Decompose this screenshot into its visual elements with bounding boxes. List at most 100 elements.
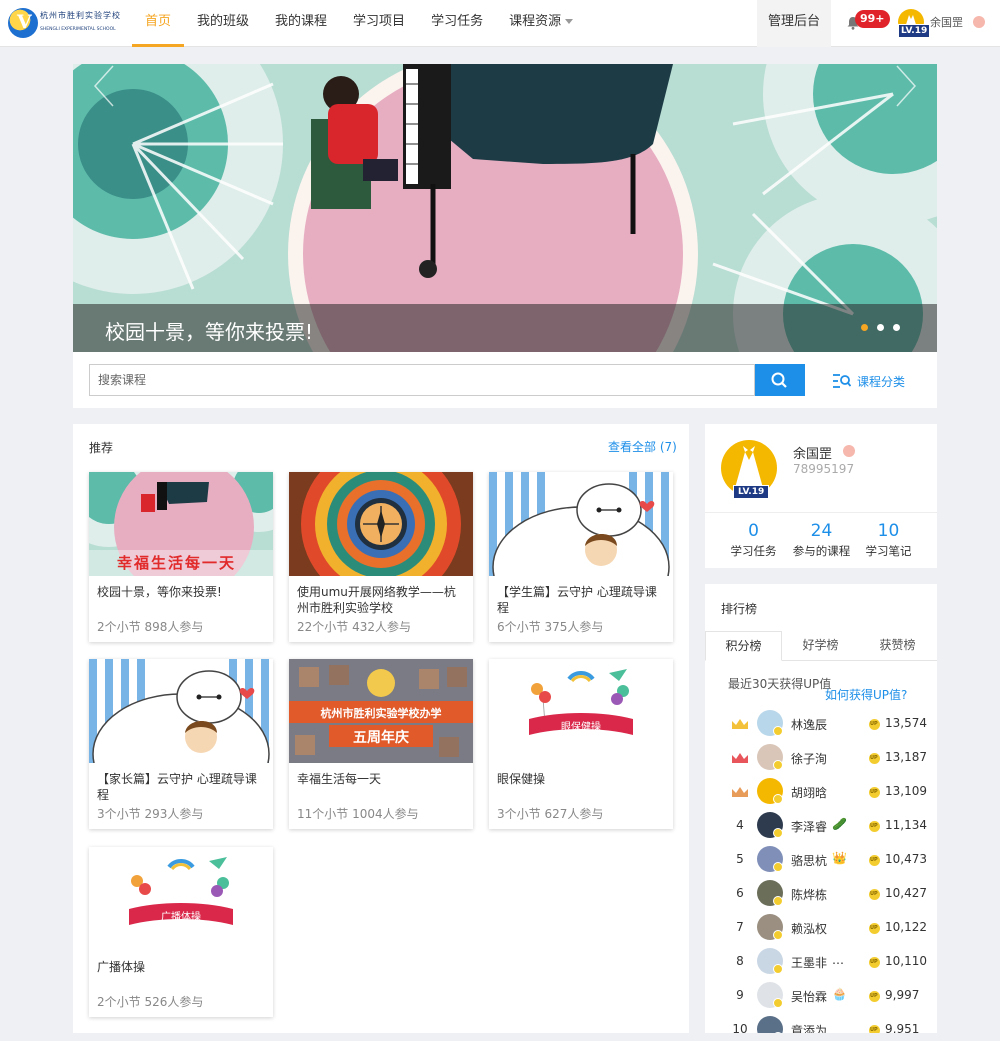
leaderboard-row[interactable]: 徐子洵 UP 13,187 bbox=[705, 742, 937, 774]
up-points-icon: UP bbox=[869, 923, 880, 934]
up-points-label: UP bbox=[870, 721, 878, 727]
leaderboard-row[interactable]: 胡翊晗 UP 13,109 bbox=[705, 776, 937, 808]
rank-user-name: 王墨非 bbox=[791, 956, 828, 970]
level-badge-icon bbox=[773, 726, 783, 736]
nav-my-class[interactable]: 我的班级 bbox=[184, 0, 262, 47]
level-badge-icon bbox=[773, 930, 783, 940]
tab-points[interactable]: 积分榜 bbox=[705, 631, 782, 661]
up-points-label: UP bbox=[870, 789, 878, 795]
nav-course-resources[interactable]: 课程资源 bbox=[496, 0, 586, 47]
nav-projects[interactable]: 学习项目 bbox=[340, 0, 418, 47]
nav-my-courses[interactable]: 我的课程 bbox=[262, 0, 340, 47]
up-points-icon: UP bbox=[869, 719, 880, 730]
rank-user-name: 李泽睿 bbox=[791, 820, 828, 834]
leaderboard-row[interactable]: 林逸辰 UP 13,574 bbox=[705, 708, 937, 740]
carousel-dots bbox=[861, 324, 909, 331]
stat-number: 24 bbox=[810, 521, 833, 541]
leaderboard-row[interactable]: 7 赖泓权 UP 10,122 bbox=[705, 912, 937, 944]
carousel-dot[interactable] bbox=[861, 324, 868, 331]
divider bbox=[705, 512, 937, 513]
rank-user-name: 章添为 bbox=[791, 1024, 828, 1033]
search-button[interactable] bbox=[755, 364, 805, 396]
up-points-icon: UP bbox=[869, 787, 880, 798]
course-card[interactable]: 【学生篇】云守护 心理疏导课程 6个小节 375人参与 bbox=[489, 472, 673, 642]
level-badge-icon bbox=[773, 896, 783, 906]
up-points-icon: UP bbox=[869, 1025, 880, 1033]
logo-mark-icon: V bbox=[8, 8, 38, 38]
leaderboard-row[interactable]: 4 李泽睿 🥒 UP 11,134 bbox=[705, 810, 937, 842]
banner-caption[interactable]: 校园十景，等你来投票! bbox=[105, 316, 313, 345]
course-card[interactable]: 使用umu开展网络教学——杭州市胜利实验学校 22个小节 432人参与 bbox=[289, 472, 473, 642]
thumbnail-text: 杭州市胜利实验学校办学 bbox=[320, 707, 442, 720]
name-emoji-suffix: … bbox=[832, 953, 844, 967]
avatar[interactable] bbox=[757, 1016, 783, 1033]
stat-joined-courses[interactable]: 24 参与的课程 bbox=[783, 520, 860, 560]
tab-studious[interactable]: 好学榜 bbox=[782, 631, 859, 661]
leaderboard-title: 排行榜 bbox=[721, 602, 758, 616]
course-card[interactable]: 幸福生活每一天 校园十景，等你来投票! 2个小节 898人参与 bbox=[89, 472, 273, 642]
rank-score: 10,473 bbox=[885, 852, 927, 866]
search-icon bbox=[771, 372, 787, 388]
logo-school-name-en: SHENGLI EXPERIMENTAL SCHOOL bbox=[40, 27, 116, 32]
profile-name: 余国罡 bbox=[793, 447, 833, 462]
leaderboard-row[interactable]: 10 章添为 UP 9,951 bbox=[705, 1014, 937, 1033]
leaderboard-row[interactable]: 6 陈烨栋 UP 10,427 bbox=[705, 878, 937, 910]
up-points-label: UP bbox=[870, 925, 878, 931]
leaderboard-tabs: 积分榜 好学榜 获赞榜 bbox=[705, 631, 937, 661]
course-title: 校园十景，等你来投票! bbox=[97, 585, 222, 599]
course-card[interactable]: 广播体操 广播体操 2个小节 526人参与 bbox=[89, 847, 273, 1017]
up-points-icon: UP bbox=[869, 753, 880, 764]
stat-label: 学习笔记 bbox=[865, 544, 912, 558]
stat-learning-tasks[interactable]: 0 学习任务 bbox=[715, 520, 792, 560]
user-menu[interactable]: LV.19 余国罡 bbox=[898, 9, 998, 39]
leaderboard-panel: 排行榜 积分榜 好学榜 获赞榜 最近30天获得UP值 如何获得UP值? 林逸辰 U… bbox=[705, 584, 937, 1033]
stat-notes[interactable]: 10 学习笔记 bbox=[850, 520, 927, 560]
course-card[interactable]: 杭州市胜利实验学校办学 五周年庆 幸福生活每一天 11个小节 1004人参与 bbox=[289, 659, 473, 829]
leaderboard-row[interactable]: 9 吴怡霖 🧁 UP 9,997 bbox=[705, 980, 937, 1012]
course-title: 【学生篇】云守护 心理疏导课程 bbox=[497, 585, 657, 615]
rank-score: 9,997 bbox=[885, 988, 920, 1002]
up-points-icon: UP bbox=[869, 991, 880, 1002]
banner-carousel[interactable]: 校园十景，等你来投票! bbox=[73, 64, 937, 352]
view-all-link[interactable]: 查看全部 (7) bbox=[608, 438, 677, 455]
how-to-earn-up-link[interactable]: 如何获得UP值? bbox=[825, 686, 907, 703]
crown-icon bbox=[732, 719, 748, 729]
level-badge-icon bbox=[773, 998, 783, 1008]
rank-user-name: 吴怡霖 bbox=[791, 990, 828, 1004]
rank-score: 10,427 bbox=[885, 886, 927, 900]
main-nav: 首页 我的班级 我的课程 学习项目 学习任务 课程资源 bbox=[132, 0, 586, 47]
rank-score: 13,187 bbox=[885, 750, 927, 764]
profile-id: 78995197 bbox=[793, 462, 855, 476]
course-card[interactable]: 眼保健操 眼保健操 3个小节 627人参与 bbox=[489, 659, 673, 829]
course-category-label: 课程分类 bbox=[857, 375, 906, 389]
logo-school-name: 杭州市胜利实验学校 bbox=[40, 11, 121, 20]
course-thumbnail bbox=[289, 472, 473, 576]
search-input[interactable] bbox=[89, 364, 755, 396]
hero-card: 校园十景，等你来投票! 课程分类 bbox=[73, 64, 937, 408]
carousel-dot[interactable] bbox=[877, 324, 884, 331]
nav-tasks[interactable]: 学习任务 bbox=[418, 0, 496, 47]
carousel-dot[interactable] bbox=[893, 324, 900, 331]
school-logo[interactable]: V 杭州市胜利实验学校 SHENGLI EXPERIMENTAL SCHOOL bbox=[8, 7, 124, 39]
leaderboard-row[interactable]: 8 王墨非 … UP 10,110 bbox=[705, 946, 937, 978]
admin-console-button[interactable]: 管理后台 bbox=[757, 0, 831, 47]
course-card[interactable]: 【家长篇】云守护 心理疏导课程 3个小节 293人参与 bbox=[89, 659, 273, 829]
course-meta: 2个小节 898人参与 bbox=[97, 620, 204, 634]
up-points-icon: UP bbox=[869, 889, 880, 900]
stat-number: 10 bbox=[877, 521, 900, 541]
stat-label: 学习任务 bbox=[730, 544, 777, 558]
course-thumbnail: 幸福生活每一天 bbox=[89, 472, 273, 576]
profile-card: LV.19 余国罡 78995197 0 学习任务 24 参与的课程 10 学习… bbox=[705, 424, 937, 568]
tab-likes[interactable]: 获赞榜 bbox=[859, 631, 936, 661]
thumbnail-subtext: 五周年庆 bbox=[353, 730, 409, 746]
leaderboard-row[interactable]: 5 骆思杭 👑 UP 10,473 bbox=[705, 844, 937, 876]
carousel-next-icon[interactable] bbox=[895, 64, 917, 108]
rank-score: 10,122 bbox=[885, 920, 927, 934]
up-points-label: UP bbox=[870, 857, 878, 863]
course-search bbox=[89, 364, 805, 396]
level-badge-icon bbox=[773, 964, 783, 974]
nav-home[interactable]: 首页 bbox=[132, 0, 185, 47]
course-meta: 11个小节 1004人参与 bbox=[297, 807, 419, 821]
course-title: 眼保健操 bbox=[497, 772, 546, 786]
carousel-prev-icon[interactable] bbox=[93, 64, 115, 108]
